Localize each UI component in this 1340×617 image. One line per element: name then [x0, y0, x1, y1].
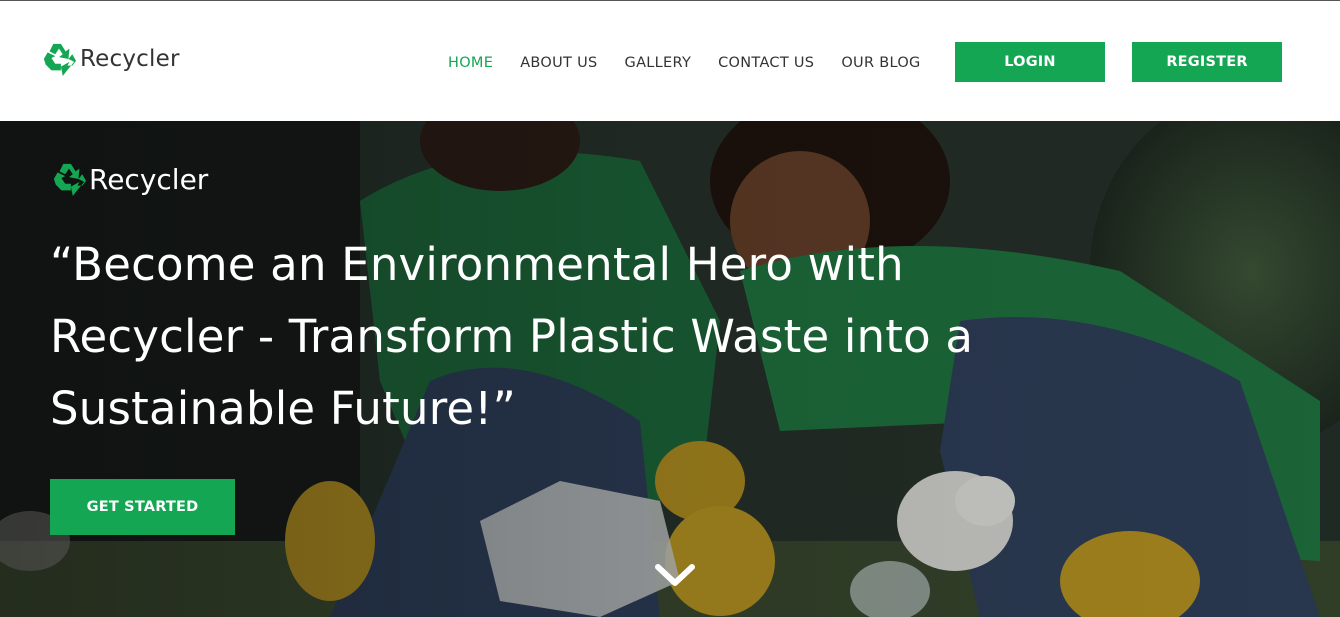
site-logo[interactable]: Recycler [40, 41, 180, 77]
main-nav: HOME ABOUT US GALLERY CONTACT US OUR BLO… [448, 53, 948, 73]
hero-headline: “Become an Environmental Hero with Recyc… [50, 238, 974, 435]
recycle-icon [40, 41, 78, 77]
get-started-button[interactable]: GET STARTED [50, 479, 235, 535]
nav-item-about-us[interactable]: ABOUT US [520, 55, 597, 71]
logo-text: Recycler [80, 46, 180, 72]
hero-logo-text: Recycler [89, 162, 209, 196]
hero-logo: Recycler [50, 160, 208, 198]
register-button[interactable]: REGISTER [1132, 42, 1282, 82]
nav-item-contact-us[interactable]: CONTACT US [718, 55, 814, 71]
nav-item-home[interactable]: HOME [448, 55, 493, 71]
recycle-icon [50, 161, 88, 197]
nav-item-gallery[interactable]: GALLERY [625, 55, 692, 71]
hero-section: Recycler “Become an Environmental Hero w… [0, 121, 1340, 617]
login-button[interactable]: LOGIN [955, 42, 1105, 82]
site-header: Recycler HOME ABOUT US GALLERY CONTACT U… [0, 0, 1340, 121]
chevron-down-icon[interactable] [654, 561, 696, 591]
nav-item-our-blog[interactable]: OUR BLOG [841, 55, 920, 71]
